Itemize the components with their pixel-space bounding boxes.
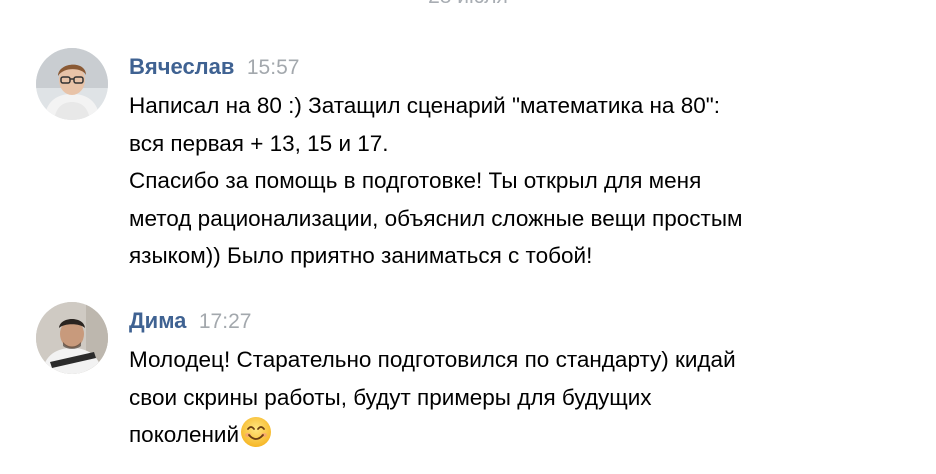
message-header: Вячеслав 15:57 [129, 53, 299, 81]
message-line: языком)) Было приятно заниматься с тобой… [129, 243, 593, 268]
message-line: свои скрины работы, будут примеры для бу… [129, 384, 652, 410]
message-time[interactable]: 15:57 [247, 56, 300, 79]
user-photo-icon [36, 302, 108, 374]
message-line: вся первая + 13, 15 и 17. [129, 130, 389, 156]
avatar[interactable] [36, 302, 108, 374]
message-header: Дима 17:27 [129, 307, 251, 335]
message-time[interactable]: 17:27 [199, 310, 252, 333]
message-line: Молодец! Старательно подготовился по ста… [129, 347, 736, 372]
user-photo-icon [36, 48, 108, 120]
author-name[interactable]: Вячеслав [129, 54, 234, 79]
message-text: Написал на 80 :) Затащил сценарий "матем… [129, 87, 909, 275]
message-line: поколений [129, 422, 240, 447]
smiling-face-emoji-icon [240, 416, 272, 448]
message-line: Спасибо за помощь в подготовке! Ты откры… [129, 168, 702, 193]
author-name[interactable]: Дима [129, 308, 186, 333]
message-line: метод рационализации, объяснил сложные в… [129, 205, 743, 231]
message-line-with-emoji: поколений [129, 416, 909, 454]
avatar[interactable] [36, 48, 108, 120]
message-text: Молодец! Старательно подготовился по ста… [129, 341, 909, 454]
date-divider: 28 июля [0, 0, 936, 8]
message-line: Написал на 80 :) Затащил сценарий "матем… [129, 93, 720, 118]
